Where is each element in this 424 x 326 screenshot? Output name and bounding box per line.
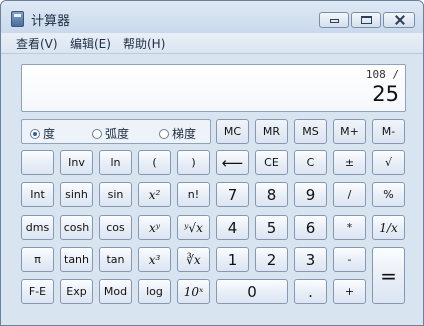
button-y-root-x[interactable]: ʸ√x [177, 215, 210, 240]
menu-edit[interactable]: 编辑(E) [70, 35, 111, 52]
button-3[interactable]: 3 [294, 247, 327, 272]
radio-radians[interactable]: 弧度 [92, 125, 129, 142]
angle-unit-group: 度 弧度 梯度 [21, 119, 211, 144]
maximize-button[interactable] [351, 12, 381, 28]
button-9[interactable]: 9 [294, 182, 327, 207]
button-sinh[interactable]: sinh [60, 182, 93, 207]
button-exp[interactable]: Exp [60, 279, 93, 304]
menu-help[interactable]: 帮助(H) [123, 35, 165, 52]
button-sin[interactable]: sin [99, 182, 132, 207]
button-2[interactable]: 2 [255, 247, 288, 272]
minimize-icon [320, 13, 348, 27]
button-percent[interactable]: % [372, 182, 405, 207]
button-5[interactable]: 5 [255, 215, 288, 240]
button-blank[interactable] [21, 150, 54, 175]
button-8[interactable]: 8 [255, 182, 288, 207]
button-7[interactable]: 7 [216, 182, 249, 207]
close-button[interactable] [383, 12, 415, 28]
button-fe[interactable]: F-E [21, 279, 54, 304]
calculator-app-icon [11, 11, 24, 27]
button-x-cubed[interactable]: x³ [138, 247, 171, 272]
button-1[interactable]: 1 [216, 247, 249, 272]
button-mr[interactable]: MR [255, 119, 288, 144]
button-factorial[interactable]: n! [177, 182, 210, 207]
button-4[interactable]: 4 [216, 215, 249, 240]
calculator-window: 计算器 查看(V) 编辑(E) 帮助(H) 108 / 25 度 弧度 梯度 M… [0, 0, 424, 326]
button-close-paren[interactable]: ) [177, 150, 210, 175]
button-tanh[interactable]: tanh [60, 247, 93, 272]
radio-degrees[interactable]: 度 [30, 125, 55, 142]
radio-unselected-icon [92, 129, 102, 139]
button-add[interactable]: + [333, 279, 366, 304]
button-ln[interactable]: ln [99, 150, 132, 175]
expression-text: 108 / [365, 68, 399, 81]
button-c[interactable]: C [294, 150, 327, 175]
backspace-button[interactable]: ⟵ [216, 150, 249, 175]
button-log[interactable]: log [138, 279, 171, 304]
calculator-display: 108 / 25 [21, 64, 406, 112]
button-pi[interactable]: π [21, 247, 54, 272]
button-m-minus[interactable]: M- [372, 119, 405, 144]
button-reciprocal[interactable]: 1/x [372, 215, 405, 240]
button-ms[interactable]: MS [294, 119, 327, 144]
button-sqrt[interactable]: √ [372, 150, 405, 175]
result-text: 25 [372, 82, 399, 106]
button-tan[interactable]: tan [99, 247, 132, 272]
button-decimal[interactable]: . [294, 279, 327, 304]
button-x-squared[interactable]: x² [138, 182, 171, 207]
button-multiply[interactable]: * [333, 215, 366, 240]
maximize-icon [352, 13, 380, 27]
radio-label: 梯度 [172, 127, 197, 141]
radio-label: 度 [43, 127, 56, 141]
button-divide[interactable]: / [333, 182, 366, 207]
radio-label: 弧度 [105, 127, 130, 141]
button-6[interactable]: 6 [294, 215, 327, 240]
menu-view[interactable]: 查看(V) [16, 35, 58, 52]
radio-gradians[interactable]: 梯度 [159, 125, 196, 142]
menu-bar: 查看(V) 编辑(E) 帮助(H) [1, 33, 423, 54]
button-dms[interactable]: dms [21, 215, 54, 240]
button-inv[interactable]: Inv [60, 150, 93, 175]
button-ten-power-x[interactable]: 10ˣ [177, 279, 210, 304]
button-mod[interactable]: Mod [99, 279, 132, 304]
button-mc[interactable]: MC [216, 119, 249, 144]
minimize-button[interactable] [319, 12, 349, 28]
radio-selected-icon [30, 129, 40, 139]
button-m-plus[interactable]: M+ [333, 119, 366, 144]
window-title: 计算器 [31, 14, 71, 29]
radio-unselected-icon [159, 129, 169, 139]
title-bar[interactable]: 计算器 [1, 1, 423, 33]
button-subtract[interactable]: - [333, 247, 366, 272]
button-open-paren[interactable]: ( [138, 150, 171, 175]
button-plus-minus[interactable]: ± [333, 150, 366, 175]
button-cosh[interactable]: cosh [60, 215, 93, 240]
button-cube-root[interactable]: ∛x [177, 247, 210, 272]
button-ce[interactable]: CE [255, 150, 288, 175]
button-equals[interactable]: = [372, 247, 405, 304]
close-icon [384, 13, 414, 27]
button-cos[interactable]: cos [99, 215, 132, 240]
button-int[interactable]: Int [21, 182, 54, 207]
button-x-power-y[interactable]: xʸ [138, 215, 171, 240]
button-0[interactable]: 0 [216, 279, 288, 304]
